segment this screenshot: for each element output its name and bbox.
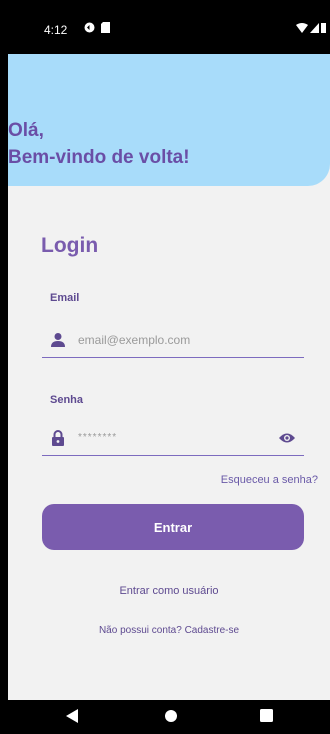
password-label: Senha: [50, 394, 84, 406]
wifi-icon: [296, 22, 308, 33]
lock-icon: [52, 430, 64, 446]
sd-card-icon: [101, 22, 110, 33]
recents-icon[interactable]: [260, 709, 273, 722]
battery-icon: [321, 23, 326, 33]
email-label: Email: [50, 292, 80, 304]
password-field[interactable]: ********: [42, 422, 304, 456]
signal-icon: [310, 22, 319, 33]
signup-link[interactable]: Não possui conta? Cadastre-se: [8, 625, 330, 636]
back-icon[interactable]: [66, 709, 78, 723]
home-icon[interactable]: [164, 709, 178, 723]
person-icon: [51, 333, 65, 347]
sync-icon: [84, 22, 95, 33]
eye-icon[interactable]: [278, 431, 296, 445]
navigation-bar: [0, 700, 330, 734]
status-icons-right: [296, 22, 326, 33]
greeting-line-1: Olá,: [8, 120, 44, 141]
greeting-line-2: Bem-vindo de volta!: [8, 147, 190, 168]
login-title: Login: [41, 234, 99, 257]
password-value: ********: [78, 432, 118, 443]
status-time: 4:12: [44, 23, 68, 37]
status-icons-left: [84, 22, 110, 33]
forgot-password-link[interactable]: Esqueceu a senha?: [221, 474, 318, 486]
email-placeholder: email@exemplo.com: [78, 333, 191, 347]
login-button[interactable]: Entrar: [42, 504, 304, 550]
login-screen: Olá, Bem-vindo de volta! Login Email ema…: [8, 54, 330, 700]
guest-login-link[interactable]: Entrar como usuário: [8, 585, 330, 597]
status-bar: 4:12: [0, 0, 330, 54]
email-field[interactable]: email@exemplo.com: [42, 324, 304, 358]
